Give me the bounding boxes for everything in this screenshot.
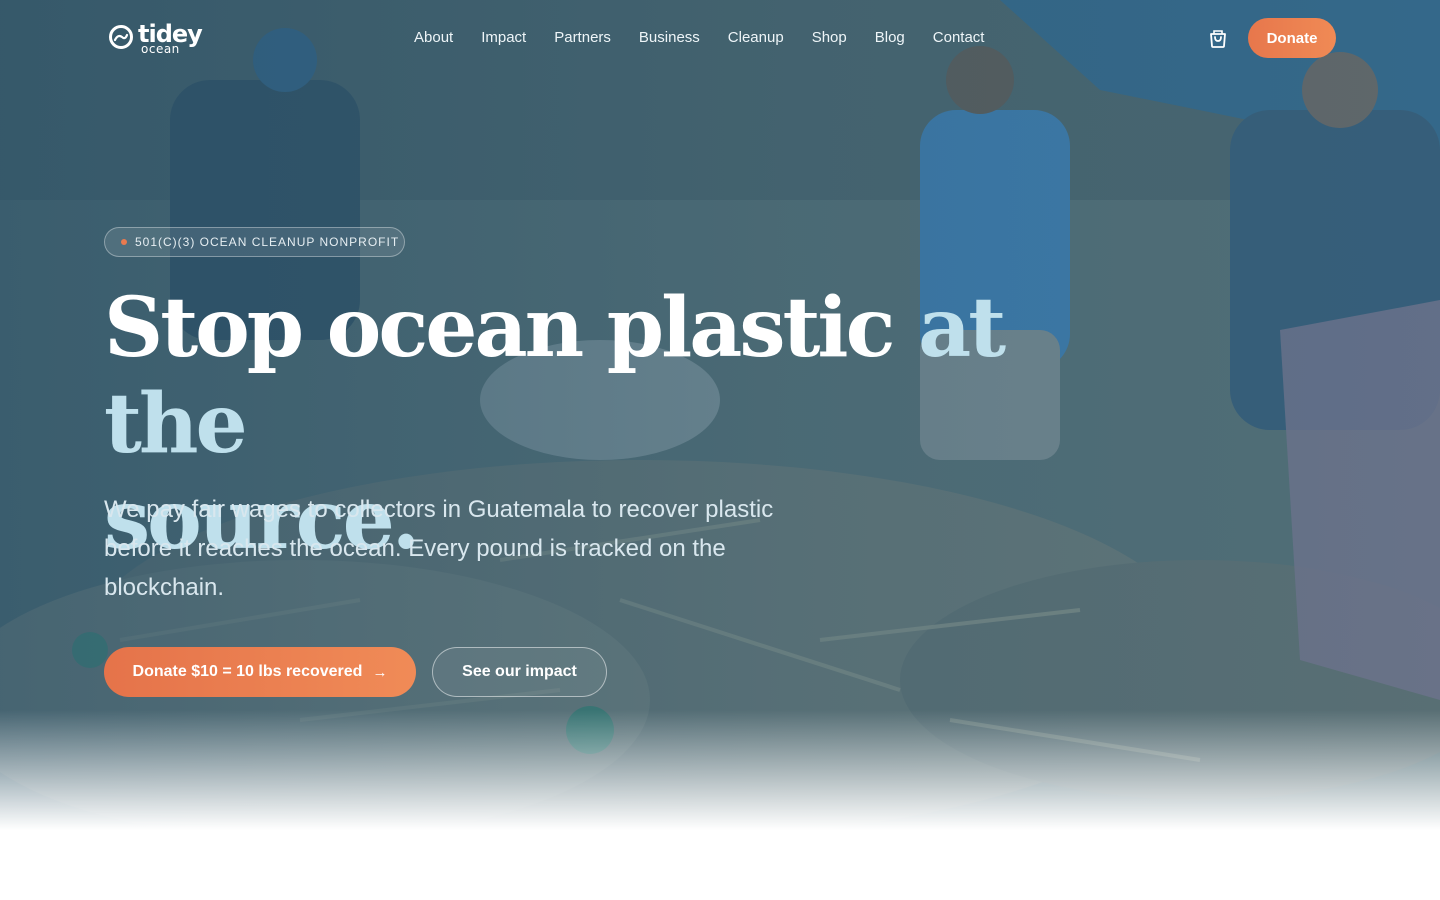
nonprofit-badge: 501(C)(3) OCEAN CLEANUP NONPROFIT <box>104 227 405 257</box>
main-nav: About Impact Partners Business Cleanup S… <box>400 28 998 48</box>
nav-item-about[interactable]: About <box>400 28 467 48</box>
see-impact-button[interactable]: See our impact <box>432 647 607 697</box>
donate-cta-button[interactable]: Donate $10 = 10 lbs recovered → <box>104 647 416 697</box>
tidey-ocean-logo[interactable]: tidey ocean <box>108 20 203 58</box>
arrow-right-icon: → <box>372 663 388 681</box>
nav-item-blog[interactable]: Blog <box>861 28 919 48</box>
hero-fade <box>0 710 1440 830</box>
nav-item-contact[interactable]: Contact <box>919 28 999 48</box>
wave-logo-icon <box>109 25 133 49</box>
shopping-bag-icon[interactable] <box>1206 26 1230 50</box>
see-impact-label: See our impact <box>462 663 577 680</box>
hero-description: We pay fair wages to collectors in Guate… <box>104 496 774 601</box>
badge-dot-icon <box>121 239 127 245</box>
donate-button[interactable]: Donate <box>1248 18 1336 58</box>
donate-cta-label: Donate $10 = 10 lbs recovered <box>132 663 363 680</box>
nav-item-impact[interactable]: Impact <box>467 28 540 48</box>
nav-item-partners[interactable]: Partners <box>540 28 625 48</box>
badge-text: 501(C)(3) OCEAN CLEANUP NONPROFIT <box>135 235 400 249</box>
nav-item-shop[interactable]: Shop <box>798 28 861 48</box>
nav-item-business[interactable]: Business <box>625 28 714 48</box>
nav-item-cleanup[interactable]: Cleanup <box>714 28 798 48</box>
headline-main: Stop ocean plastic <box>104 280 919 376</box>
hero-section: tidey ocean About Impact Partners Busine… <box>0 0 1440 830</box>
brand-sub: ocean <box>141 42 180 56</box>
